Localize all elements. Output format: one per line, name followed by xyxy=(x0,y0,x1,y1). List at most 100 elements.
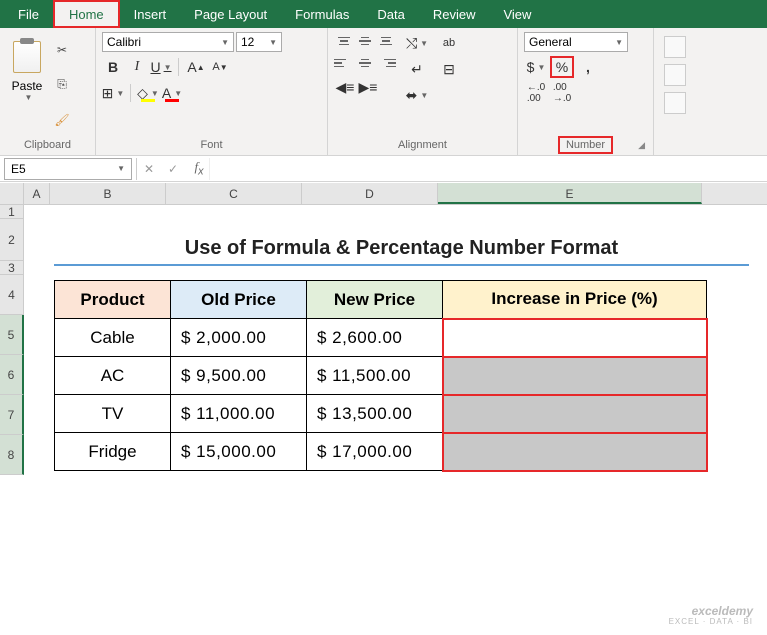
italic-button[interactable]: I xyxy=(126,56,148,78)
header-increase[interactable]: Increase in Price (%) xyxy=(443,281,707,319)
decrease-decimal-button[interactable]: .00→.0 xyxy=(550,82,574,104)
cell-product[interactable]: TV xyxy=(55,395,171,433)
col-header-b[interactable]: B xyxy=(50,183,166,204)
bold-button[interactable]: B xyxy=(102,56,124,78)
align-bottom-button[interactable] xyxy=(376,32,396,50)
cell-increase-selected[interactable] xyxy=(443,395,707,433)
col-header-d[interactable]: D xyxy=(302,183,438,204)
cell-product[interactable]: AC xyxy=(55,357,171,395)
dialog-launcher-icon[interactable]: ◢ xyxy=(638,140,645,151)
tab-formulas[interactable]: Formulas xyxy=(281,0,363,28)
align-right-button[interactable] xyxy=(376,54,396,72)
formula-bar-input[interactable] xyxy=(209,158,767,180)
table-row: Cable $ 2,000.00 $ 2,600.00 xyxy=(55,319,707,357)
fill-color-button[interactable]: ◇▼ xyxy=(137,82,159,104)
tab-insert[interactable]: Insert xyxy=(120,0,181,28)
align-middle-button[interactable] xyxy=(355,32,375,50)
cell-old-price[interactable]: $ 15,000.00 xyxy=(171,433,307,471)
cell-product[interactable]: Cable xyxy=(55,319,171,357)
decrease-font-button[interactable]: A▼ xyxy=(209,56,231,78)
font-name-combo[interactable]: Calibri▼ xyxy=(102,32,234,52)
borders-button[interactable]: ⊞▼ xyxy=(102,82,124,104)
cell-old-price[interactable]: $ 2,000.00 xyxy=(171,319,307,357)
cell-new-price[interactable]: $ 11,500.00 xyxy=(307,357,443,395)
decrease-indent-button[interactable]: ◀≡ xyxy=(334,76,356,98)
row-header-2[interactable]: 2 xyxy=(0,219,24,261)
row-header-8[interactable]: 8 xyxy=(0,435,24,475)
tab-file[interactable]: File xyxy=(4,0,53,28)
tab-review[interactable]: Review xyxy=(419,0,490,28)
cell-old-price[interactable]: $ 11,000.00 xyxy=(171,395,307,433)
row-header-3[interactable]: 3 xyxy=(0,261,24,275)
col-header-c[interactable]: C xyxy=(166,183,302,204)
format-painter-button[interactable]: 🖌 xyxy=(52,110,72,130)
enter-formula-button[interactable]: ✓ xyxy=(161,158,185,180)
underline-button[interactable]: U▼ xyxy=(150,56,172,78)
cut-button[interactable]: ✂ xyxy=(52,40,72,60)
merge-button[interactable]: ⬌▼ xyxy=(406,84,428,106)
cell-product[interactable]: Fridge xyxy=(55,433,171,471)
table-header-row: Product Old Price New Price Increase in … xyxy=(55,281,707,319)
col-header-a[interactable]: A xyxy=(24,183,50,204)
row-header-4[interactable]: 4 xyxy=(0,275,24,315)
orientation-button[interactable]: ⤭▼ xyxy=(406,32,428,54)
wrap-text-button[interactable]: ↵ xyxy=(406,58,428,80)
cell-new-price[interactable]: $ 2,600.00 xyxy=(307,319,443,357)
scissors-icon: ✂ xyxy=(57,43,67,57)
sheet-content[interactable]: Use of Formula & Percentage Number Forma… xyxy=(24,205,767,635)
tab-page-layout[interactable]: Page Layout xyxy=(180,0,281,28)
ribbon-tab-bar: File Home Insert Page Layout Formulas Da… xyxy=(0,0,767,28)
row-header-1[interactable]: 1 xyxy=(0,205,24,219)
accounting-format-button[interactable]: $▼ xyxy=(524,56,548,78)
row-header-5[interactable]: 5 xyxy=(0,315,24,355)
cell-increase-active[interactable] xyxy=(443,319,707,357)
chevron-down-icon: ▼ xyxy=(420,39,428,48)
tab-home[interactable]: Home xyxy=(53,0,120,28)
insert-cells-button[interactable] xyxy=(664,36,686,58)
cell-increase-selected[interactable] xyxy=(443,433,707,471)
formula-bar-row: E5▼ ✕ ✓ fx xyxy=(0,156,767,182)
wrap-label-button[interactable]: ab xyxy=(438,32,460,54)
fx-icon: fx xyxy=(194,159,203,178)
group-font: Calibri▼ 12▼ B I U▼ A▲ A▼ ⊞▼ ◇▼ A▼ Font xyxy=(96,28,328,155)
number-format-combo[interactable]: General▼ xyxy=(524,32,628,52)
percent-format-button[interactable]: % xyxy=(550,56,574,78)
select-all-corner[interactable] xyxy=(0,183,24,204)
align-left-button[interactable] xyxy=(334,54,354,72)
delete-cells-button[interactable] xyxy=(664,64,686,86)
chevron-down-icon: ▼ xyxy=(117,164,125,173)
cell-increase-selected[interactable] xyxy=(443,357,707,395)
row-header-7[interactable]: 7 xyxy=(0,395,24,435)
align-center-button[interactable] xyxy=(355,54,375,72)
name-box[interactable]: E5▼ xyxy=(4,158,132,180)
header-old-price[interactable]: Old Price xyxy=(171,281,307,319)
insert-function-button[interactable]: fx xyxy=(185,158,209,180)
font-size-combo[interactable]: 12▼ xyxy=(236,32,282,52)
chevron-down-icon: ▼ xyxy=(25,93,33,102)
row-header-6[interactable]: 6 xyxy=(0,355,24,395)
merge-center-button[interactable]: ⊟ xyxy=(438,58,460,80)
group-clipboard: Paste ▼ ✂ ⎘ 🖌 Clipboard xyxy=(0,28,96,155)
cell-old-price[interactable]: $ 9,500.00 xyxy=(171,357,307,395)
merge-icon: ⬌ xyxy=(406,87,418,104)
group-label-number: Number xyxy=(558,136,613,154)
tab-view[interactable]: View xyxy=(489,0,545,28)
increase-decimal-button[interactable]: ←.0.00 xyxy=(524,82,548,104)
header-product[interactable]: Product xyxy=(55,281,171,319)
font-color-button[interactable]: A▼ xyxy=(161,82,183,104)
tab-data[interactable]: Data xyxy=(363,0,418,28)
comma-format-button[interactable]: , xyxy=(576,56,600,78)
format-cells-button[interactable] xyxy=(664,92,686,114)
cell-new-price[interactable]: $ 17,000.00 xyxy=(307,433,443,471)
paste-button[interactable]: Paste ▼ xyxy=(6,32,48,110)
align-top-button[interactable] xyxy=(334,32,354,50)
increase-indent-button[interactable]: ▶≡ xyxy=(357,76,379,98)
copy-button[interactable]: ⎘ xyxy=(52,75,72,95)
increase-font-button[interactable]: A▲ xyxy=(185,56,207,78)
cell-new-price[interactable]: $ 13,500.00 xyxy=(307,395,443,433)
col-header-e[interactable]: E xyxy=(438,183,702,204)
cancel-formula-button[interactable]: ✕ xyxy=(137,158,161,180)
border-icon: ⊞ xyxy=(102,85,114,102)
header-new-price[interactable]: New Price xyxy=(307,281,443,319)
column-headers: A B C D E xyxy=(0,183,767,205)
